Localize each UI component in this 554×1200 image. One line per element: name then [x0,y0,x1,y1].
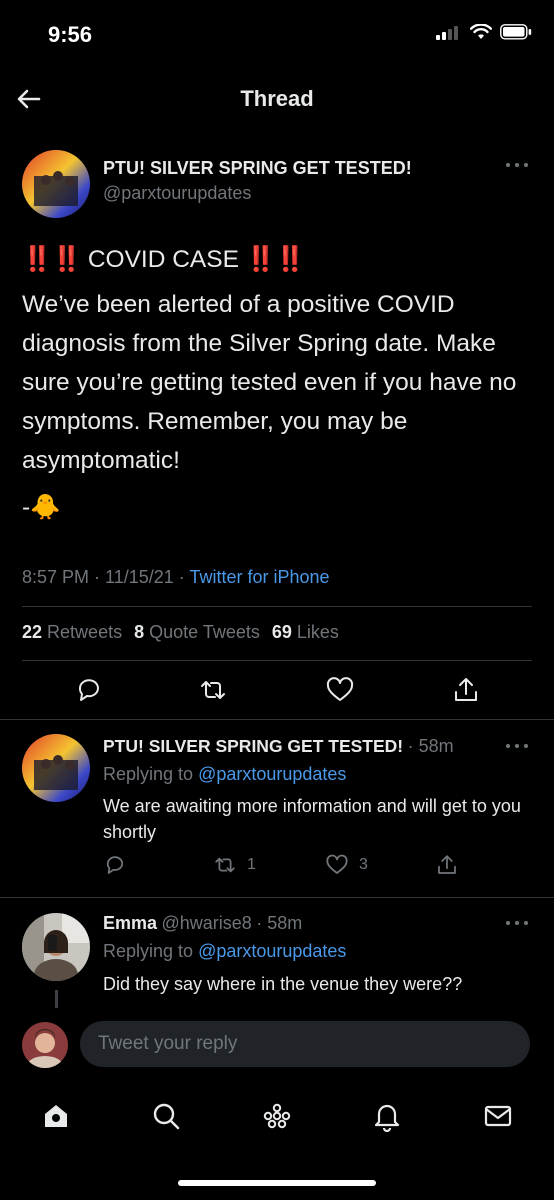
reply-retweet-button[interactable]: 1 [213,853,256,877]
retweets-label: Retweets [47,622,123,642]
replying-prefix: Replying to [103,764,199,784]
retweet-button[interactable] [198,675,228,705]
alert-emoji-left: ‼️‼️ [22,246,82,273]
tab-messages[interactable] [482,1100,514,1132]
reply-input[interactable]: Tweet your reply [80,1021,530,1067]
alert-emoji-right: ‼️‼️ [245,246,306,273]
status-icons [436,24,532,40]
mail-icon [484,1105,512,1127]
wifi-icon [470,24,492,39]
heart-icon [326,677,354,701]
emma-thread-line [55,990,58,1010]
reply-retweet-count: 1 [247,856,256,873]
author-avatar[interactable] [22,150,90,218]
reply-like-count: 3 [359,856,368,873]
heart-icon [326,854,348,874]
tweet-text: ‼️‼️ COVID CASE ‼️‼️ We’ve been alerted … [22,240,537,527]
alert-text: COVID CASE [87,246,239,273]
share-button[interactable] [451,675,481,705]
divider [22,606,532,607]
bell-icon [374,1104,400,1132]
divider [22,660,532,661]
home-icon [45,1105,67,1127]
spaces-icon [263,1103,291,1129]
share-icon [455,678,477,701]
reply-author-handle-emma[interactable]: @hwarise8 [161,913,251,933]
reply-reply-button[interactable] [103,853,127,877]
tab-spaces[interactable] [261,1100,293,1132]
reply-time: · 58m [407,736,454,756]
divider [0,897,554,898]
tweet-stats: 22 Retweets 8 Quote Tweets 69 Likes [22,622,339,643]
reply-share-button[interactable] [435,853,459,877]
reply-like-button[interactable]: 3 [325,853,368,877]
likes-stat[interactable]: 69 Likes [272,622,339,643]
search-icon [153,1103,180,1130]
reply-avatar-emma[interactable] [22,913,90,981]
tab-home[interactable] [40,1100,72,1132]
replying-to-link[interactable]: @parxtourupdates [198,764,346,784]
reply-icon [78,679,99,701]
tab-search[interactable] [150,1100,182,1132]
tweet-body-text: We’ve been alerted of a positive COVID d… [22,291,517,474]
reply-time-emma: · 58m [256,913,303,933]
author-name[interactable]: PTU! SILVER SPRING GET TESTED! [103,158,412,179]
reply-button[interactable] [74,675,104,705]
tweet-signoff: -🐥 [22,494,61,521]
reply-author-name-emma[interactable]: Emma [103,913,157,933]
likes-count: 69 [271,622,292,642]
more-dots-icon [506,744,528,748]
replying-to: Replying to @parxtourupdates [103,764,346,785]
reply-text-emma: Did they say where in the venue they wer… [103,974,463,994]
tweet-actions [0,675,554,705]
divider [0,719,554,720]
alert-line: ‼️‼️ COVID CASE ‼️‼️ [22,240,537,279]
reply-more-button-emma[interactable] [505,918,529,928]
reply-header: PTU! SILVER SPRING GET TESTED! · 58m [103,736,454,757]
author-handle[interactable]: @parxtourupdates [103,183,251,204]
signal-icon [436,26,458,40]
more-dots-icon [506,921,528,925]
retweet-icon [201,681,225,699]
retweets-stat[interactable]: 22 Retweets [22,622,122,643]
reply-more-button[interactable] [505,741,529,751]
reply-icon [106,856,124,874]
tab-notifications[interactable] [371,1100,403,1132]
tweet-meta: 8:57 PM · 11/15/21 · Twitter for iPhone [22,567,330,588]
quotes-stat[interactable]: 8 Quote Tweets [134,622,260,643]
retweets-count: 22 [22,622,43,642]
page-title: Thread [240,86,314,111]
tweet-source-link[interactable]: Twitter for iPhone [189,567,329,587]
reply-avatar[interactable] [22,734,90,802]
share-icon [438,855,456,874]
retweet-icon [215,857,235,873]
more-dots-icon [506,163,528,167]
replying-to-emma: Replying to @parxtourupdates [103,941,346,962]
reply-author-name[interactable]: PTU! SILVER SPRING GET TESTED! [103,736,403,756]
tweet-timestamp: 8:57 PM · 11/15/21 · [22,567,190,587]
my-avatar[interactable] [22,1022,68,1068]
likes-label: Likes [296,622,339,642]
more-button[interactable] [505,160,529,170]
reply-text: We are awaiting more information and wil… [103,796,521,842]
replying-prefix-emma: Replying to [103,941,199,961]
tab-bar [0,1092,554,1142]
like-button[interactable] [325,675,355,705]
battery-icon [500,24,532,40]
replying-to-link-emma[interactable]: @parxtourupdates [198,941,346,961]
home-indicator [178,1180,376,1186]
quotes-count: 8 [134,622,145,642]
reply-header-emma: Emma @hwarise8 · 58m [103,913,302,934]
quotes-label: Quote Tweets [149,622,260,642]
status-time: 9:56 [48,22,93,47]
